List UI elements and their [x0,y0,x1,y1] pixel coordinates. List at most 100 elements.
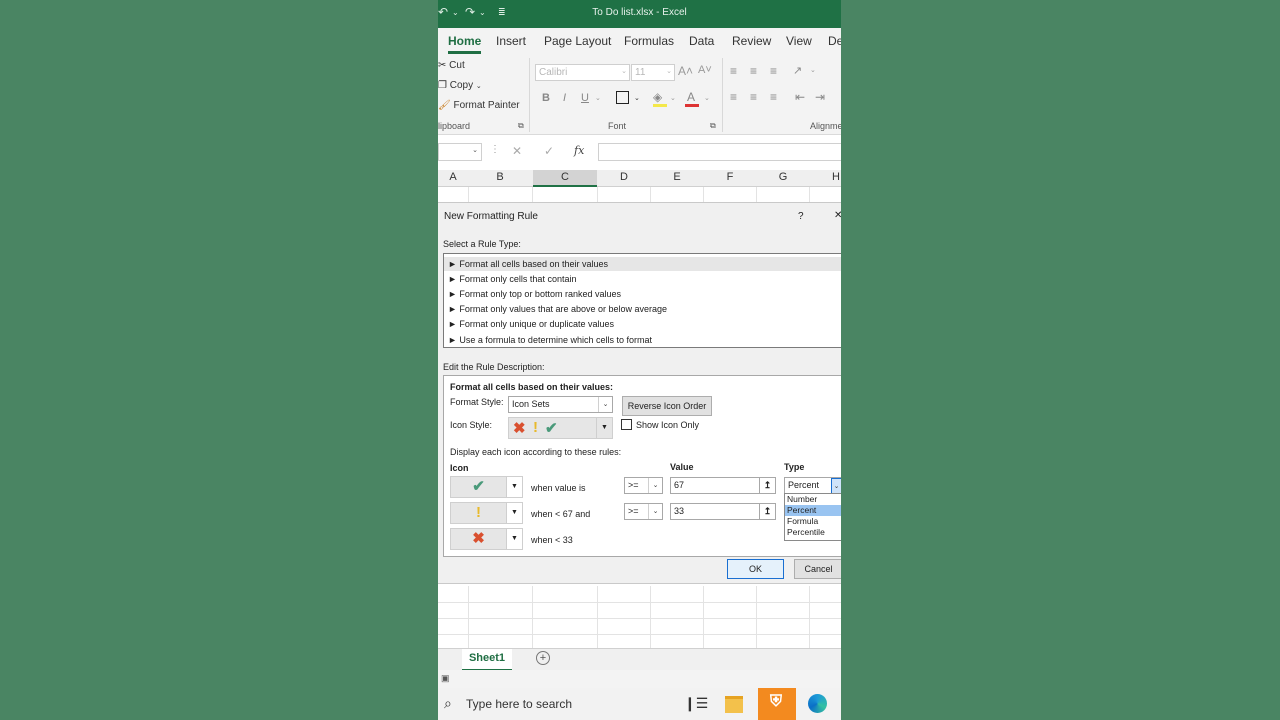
taskbar-search-input[interactable]: Type here to search [466,697,572,711]
chevron-down-icon[interactable]: ⌄ [634,94,640,102]
tab-home[interactable]: Home [448,34,482,54]
icon-picker[interactable]: ✔ ▼ [450,476,523,498]
italic-button[interactable]: I [563,92,566,104]
operator-select[interactable]: >= ⌄ [624,477,663,494]
rule-type-item[interactable]: ► Format only unique or duplicate values [448,319,614,329]
icon-picker[interactable]: ! ▼ [450,502,523,524]
worksheet-grid[interactable] [438,586,841,648]
edge-browser-icon[interactable] [808,694,827,713]
icon-style-select[interactable]: ✖ ! ✔ ▼ [508,417,613,439]
font-launcher-icon[interactable]: ⧉ [710,121,716,131]
chevron-down-icon[interactable]: ⌄ [595,94,601,102]
grid-row[interactable] [438,187,841,203]
name-box[interactable]: ⌄ [438,143,482,161]
align-right-icon[interactable]: ≡ [770,90,777,104]
fill-color-icon[interactable]: ◈ [653,90,662,104]
tab-review[interactable]: Review [732,34,771,48]
chevron-down-icon: ▼ [596,418,612,438]
ok-button[interactable]: OK [727,559,784,579]
chevron-down-icon[interactable]: ⌄ [810,66,816,74]
column-header-a[interactable]: A [438,171,468,183]
close-icon[interactable]: ✕ [834,210,841,221]
icon-column-header: Icon [450,463,469,473]
middle-align-icon[interactable]: ≡ [750,64,757,78]
bold-button[interactable]: B [542,92,550,104]
increase-indent-icon[interactable]: ⇥ [815,90,825,104]
tab-page-layout[interactable]: Page Layout [544,34,611,48]
alignment-group-label: Alignme [810,121,841,131]
show-icon-only-checkbox[interactable] [621,419,632,430]
font-name-value: Calibri [539,67,568,78]
clipboard-launcher-icon[interactable]: ⧉ [518,121,524,131]
rule-type-item[interactable]: ► Format all cells based on their values [444,257,841,271]
increase-font-icon[interactable]: A˄ [678,64,693,78]
orientation-icon[interactable]: ↗ [793,64,802,77]
tab-insert[interactable]: Insert [496,34,526,48]
chevron-down-icon[interactable]: ⌄ [704,94,710,102]
cancel-button[interactable]: Cancel [794,559,841,579]
column-header-b[interactable]: B [468,171,532,183]
window-title: To Do list.xlsx - Excel [592,7,687,18]
range-selector-icon[interactable]: ↥ [759,504,775,519]
formula-input[interactable] [598,143,841,161]
font-color-icon[interactable]: A [687,90,695,104]
format-style-select[interactable]: Icon Sets ⌄ [508,396,613,413]
chevron-down-icon[interactable]: ⌄ [670,94,676,102]
insert-function-icon[interactable]: fx [574,144,584,157]
rule-type-item[interactable]: ► Format only top or bottom ranked value… [448,289,621,299]
copy-button[interactable]: ❐ Copy ⌄ [438,80,482,91]
sheet-tabs-bar: Sheet1 + [438,648,841,671]
tab-data[interactable]: Data [689,34,714,48]
column-header-c[interactable]: C [533,170,597,187]
font-size-combo[interactable]: 11 ⌄ [631,64,675,81]
align-center-icon[interactable]: ≡ [750,90,757,104]
borders-icon[interactable] [616,91,629,104]
reverse-icon-order-button[interactable]: Reverse Icon Order [622,396,712,416]
chevron-down-icon: ⌄ [621,68,627,75]
type-option[interactable]: Percentile [785,527,841,538]
help-icon[interactable]: ? [798,211,804,222]
format-painter-button[interactable]: 🖌 Format Painter [438,100,520,111]
type-select[interactable]: Percent ⌄ [784,477,841,495]
add-sheet-icon[interactable]: + [536,651,550,665]
type-option[interactable]: Formula [785,516,841,527]
rule-type-item[interactable]: ► Format only values that are above or b… [448,304,667,314]
top-align-icon[interactable]: ≡ [730,64,737,78]
brave-browser-icon[interactable]: ⛨ [758,688,796,720]
decrease-indent-icon[interactable]: ⇤ [795,90,805,104]
column-header-f[interactable]: F [704,171,756,183]
bottom-align-icon[interactable]: ≡ [770,64,777,78]
cancel-entry-icon[interactable]: ✕ [512,144,522,158]
tab-formulas[interactable]: Formulas [624,34,674,48]
column-header-h[interactable]: H [810,171,841,183]
tab-view[interactable]: View [786,34,812,48]
align-left-icon[interactable]: ≡ [730,90,737,104]
operator-select[interactable]: >= ⌄ [624,503,663,520]
clipboard-group-label: lipboard [438,121,471,131]
confirm-entry-icon[interactable]: ✓ [544,144,554,158]
ribbon: ✂ Cut ❐ Copy ⌄ 🖌 Format Painter lipboard… [438,54,841,135]
icon-picker[interactable]: ✖ ▼ [450,528,523,550]
taskbar: ⌕ Type here to search ❙☰ ⛨ [438,688,841,720]
cut-button[interactable]: ✂ Cut [438,60,465,71]
rule-type-item[interactable]: ► Use a formula to determine which cells… [448,335,652,345]
macro-record-icon[interactable]: ▣ [441,673,450,684]
value-input[interactable]: 67 ↥ [670,477,776,494]
range-selector-icon[interactable]: ↥ [759,478,775,493]
decrease-font-icon[interactable]: A˅ [698,64,712,76]
rule-row-text: when < 67 and [531,509,591,519]
column-header-g[interactable]: G [757,171,809,183]
column-header-d[interactable]: D [598,171,650,183]
sheet-tab-sheet1[interactable]: Sheet1 [462,649,512,671]
file-explorer-icon[interactable] [725,696,743,713]
excel-window: ↶ ⌄ ↷ ⌄ ≣ To Do list.xlsx - Excel Home I… [438,0,841,720]
rule-type-item[interactable]: ► Format only cells that contain [448,274,576,284]
value-input[interactable]: 33 ↥ [670,503,776,520]
type-option[interactable]: Number [785,494,841,505]
tab-developer[interactable]: De [828,34,841,48]
column-header-e[interactable]: E [651,171,703,183]
font-name-combo[interactable]: Calibri ⌄ [535,64,630,81]
task-view-icon[interactable]: ❙☰ [684,695,708,712]
type-option[interactable]: Percent [785,505,841,516]
underline-button[interactable]: U [581,92,589,104]
